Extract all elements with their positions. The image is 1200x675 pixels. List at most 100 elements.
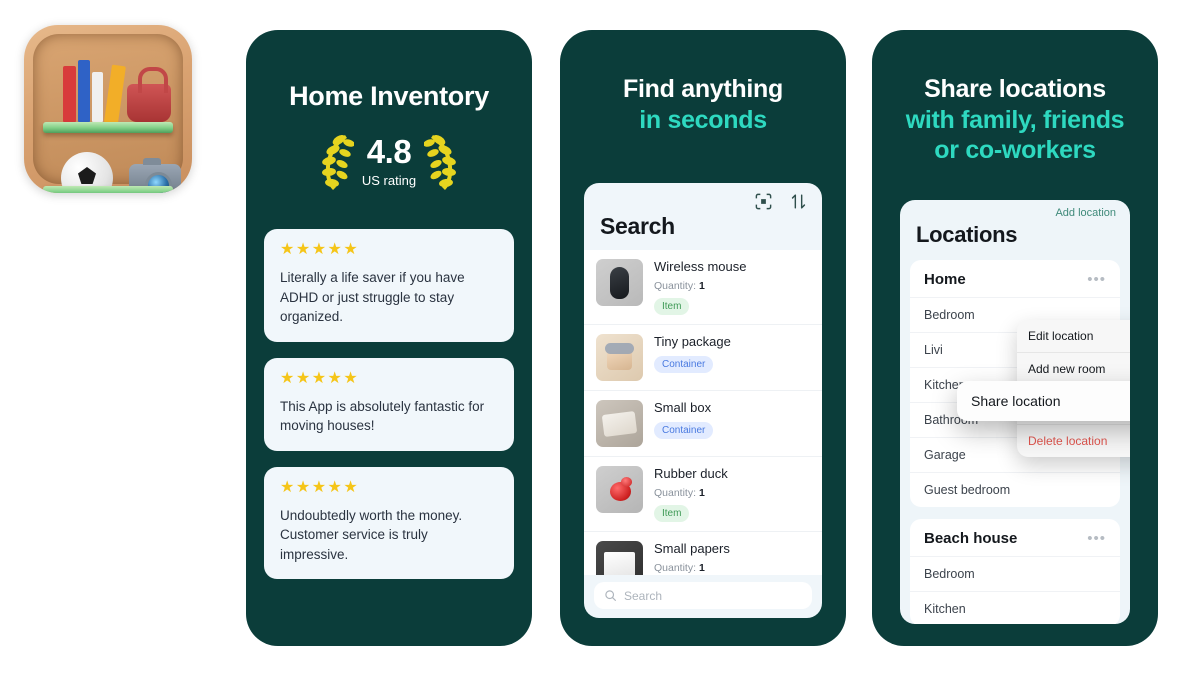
item-thumbnail (596, 466, 643, 514)
search-screen-card: Search Wireless mouse Quantity: 1 Item T… (584, 183, 822, 618)
list-item[interactable]: Small papers Quantity: 1 Item (584, 532, 822, 575)
book-icon (63, 66, 76, 122)
shelf-divider (43, 122, 173, 133)
menu-item-edit-location[interactable]: Edit location (1017, 320, 1130, 353)
item-meta: Rubber duck Quantity: 1 Item (654, 466, 810, 523)
status-badge: Container (654, 355, 714, 374)
item-quantity-label: Quantity: (654, 561, 697, 574)
item-name: Wireless mouse (654, 259, 747, 274)
location-name: Home (924, 271, 966, 288)
item-meta: Small box Container (654, 400, 810, 440)
search-icon (605, 590, 616, 601)
location-room[interactable]: Kitchen (910, 591, 1120, 624)
search-screen-toolbar (584, 183, 822, 211)
rating-value-block: 4.8 US rating (362, 135, 416, 188)
location-group-header[interactable]: Home ••• (910, 260, 1120, 297)
status-badge: Container (654, 421, 714, 440)
review-card: ★★★★★ Literally a life saver if you have… (264, 228, 514, 342)
app-icon-shelf-row-top (33, 52, 183, 124)
item-meta: Small papers Quantity: 1 Item (654, 541, 810, 575)
search-result-list: Wireless mouse Quantity: 1 Item Tiny pac… (584, 250, 822, 575)
headline-line-1: Find anything (623, 75, 783, 103)
item-quantity-value: 1 (698, 486, 705, 499)
headline-line-2: with family, friends (905, 105, 1125, 134)
search-placeholder: Search (624, 588, 663, 603)
overflow-menu-icon[interactable]: ••• (1087, 272, 1106, 287)
location-room[interactable]: Guest bedroom (910, 472, 1120, 507)
shelf-divider (43, 186, 173, 193)
star-rating: ★★★★★ (280, 478, 360, 496)
list-item[interactable]: Tiny package Container (584, 325, 822, 392)
item-thumbnail (596, 334, 643, 382)
handbag-icon (127, 67, 171, 122)
review-card: ★★★★★ This App is absolutely fantastic f… (264, 357, 514, 451)
item-meta: Wireless mouse Quantity: 1 Item (654, 259, 810, 316)
list-item[interactable]: Rubber duck Quantity: 1 Item (584, 457, 822, 533)
barcode-scan-icon[interactable] (754, 192, 773, 211)
app-icon-inner (33, 34, 183, 193)
menu-item-label: Add new room (1028, 362, 1106, 376)
item-quantity-value: 1 (698, 279, 705, 292)
rating-panel: Home Inventory 4.8 US rating ★★★★★ Liter… (246, 30, 532, 646)
review-list: ★★★★★ Literally a life saver if you have… (264, 228, 514, 580)
locations-screen-card: Add location Locations Home ••• Bedroom … (900, 200, 1130, 624)
status-badge: Item (654, 504, 690, 523)
book-icon (104, 64, 126, 124)
rating-caption: US rating (361, 173, 417, 189)
home-inventory-app-icon[interactable] (24, 25, 192, 193)
item-name: Rubber duck (654, 466, 728, 482)
add-location-button[interactable]: Add location (900, 200, 1130, 219)
panel-headline: Home Inventory (289, 81, 489, 111)
item-quantity: Quantity: 1 (654, 280, 810, 292)
item-thumbnail (596, 541, 643, 575)
headline-line-1: Share locations (924, 75, 1106, 103)
overflow-menu-icon[interactable]: ••• (1087, 531, 1106, 546)
item-name: Small papers (654, 541, 730, 557)
app-icon-shelf-row-bottom (33, 134, 183, 193)
item-quantity-value: 1 (698, 561, 705, 574)
book-icon (92, 72, 103, 122)
review-text: Undoubtedly worth the money. Customer se… (280, 507, 463, 562)
search-panel: Find anything in seconds Search Wireless… (560, 30, 846, 646)
item-thumbnail (596, 400, 643, 448)
location-name: Beach house (924, 530, 1018, 547)
locations-screen-title: Locations (916, 222, 1018, 247)
panel-headline: Share locations with family, friends or … (882, 74, 1148, 166)
review-text: This App is absolutely fantastic for mov… (280, 398, 485, 434)
location-room[interactable]: Bedroom (910, 556, 1120, 591)
menu-item-delete-location[interactable]: Delete location (1017, 425, 1130, 457)
location-group-header[interactable]: Beach house ••• (910, 519, 1120, 556)
laurel-right-icon (424, 134, 457, 190)
panel-headline: Find anything in seconds (574, 74, 832, 135)
item-thumbnail (596, 259, 643, 306)
menu-item-label: Edit location (1028, 329, 1094, 343)
list-item[interactable]: Wireless mouse Quantity: 1 Item (584, 250, 822, 326)
location-group-beach-house: Beach house ••• Bedroom Kitchen (910, 519, 1120, 624)
screenshot-canvas: Home Inventory 4.8 US rating ★★★★★ Liter… (0, 0, 1200, 675)
item-meta: Tiny package Container (654, 334, 810, 374)
review-card: ★★★★★ Undoubtedly worth the money. Custo… (264, 466, 514, 580)
item-quantity: Quantity: 1 (654, 562, 810, 574)
star-rating: ★★★★★ (280, 240, 360, 258)
headline-line-3: or co-workers (934, 136, 1096, 164)
list-item[interactable]: Small box Container (584, 391, 822, 458)
item-quantity-label: Quantity: (654, 279, 697, 292)
status-badge: Item (654, 297, 690, 316)
sort-arrows-icon[interactable] (789, 192, 808, 211)
item-quantity: Quantity: 1 (654, 487, 810, 499)
item-name: Tiny package (654, 334, 731, 350)
review-text: Literally a life saver if you have ADHD … (280, 269, 465, 325)
rating-block: 4.8 US rating (246, 131, 532, 193)
locations-panel: Share locations with family, friends or … (872, 30, 1158, 646)
search-input[interactable]: Search (594, 582, 812, 609)
rating-value: 4.8 (366, 133, 412, 171)
star-rating: ★★★★★ (280, 369, 360, 387)
menu-item-label: Share location (971, 393, 1061, 409)
search-screen-title: Search (600, 213, 675, 239)
item-name: Small box (654, 400, 712, 416)
item-quantity-label: Quantity: (654, 486, 697, 499)
menu-item-label: Delete location (1028, 434, 1108, 448)
book-icon (78, 60, 90, 122)
menu-item-share-location[interactable]: Share location (957, 381, 1130, 421)
laurel-left-icon (321, 134, 354, 190)
